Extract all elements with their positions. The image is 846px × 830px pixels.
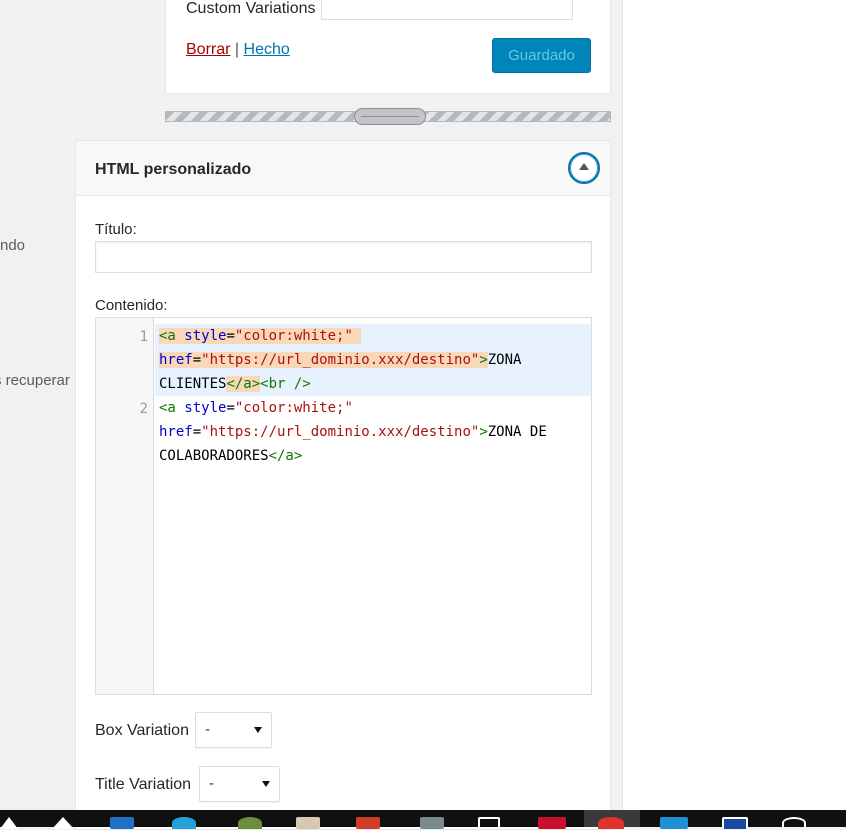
code-string: "color:white;" bbox=[234, 328, 362, 344]
widget-title: HTML personalizado bbox=[95, 161, 252, 178]
code-tag: > bbox=[479, 352, 488, 368]
code-tag: <br /> bbox=[260, 376, 311, 392]
app-icon[interactable] bbox=[722, 817, 748, 829]
code-line: href="https://url_dominio.xxx/destino">Z… bbox=[159, 420, 547, 444]
widget-drop-zone[interactable] bbox=[165, 108, 611, 125]
title-variation-value: - bbox=[209, 775, 214, 792]
code-equals: = bbox=[226, 400, 235, 416]
line-number: 2 bbox=[139, 401, 148, 417]
custom-html-widget: HTML personalizado Título: Contenido: 1 … bbox=[75, 140, 611, 830]
code-string: "https://url_dominio.xxx/destino" bbox=[201, 424, 480, 440]
windows-start-icon[interactable] bbox=[0, 817, 18, 829]
dropdown-arrow-icon bbox=[262, 781, 270, 787]
code-attr: style bbox=[175, 400, 227, 416]
line-number: 1 bbox=[139, 329, 148, 345]
code-line: href="https://url_dominio.xxx/destino">Z… bbox=[159, 348, 521, 372]
code-tag: </a> bbox=[268, 448, 303, 464]
arrow-up-icon bbox=[579, 163, 589, 170]
app-icon[interactable] bbox=[296, 817, 320, 829]
title-variation-label: Title Variation bbox=[95, 776, 192, 793]
code-tag: <a bbox=[159, 328, 176, 344]
widget-actions: Borrar | Hecho bbox=[186, 41, 290, 59]
taskbar bbox=[0, 810, 846, 829]
title-field-label: Título: bbox=[95, 221, 137, 238]
box-variation-select[interactable]: - bbox=[195, 712, 272, 748]
office-icon[interactable] bbox=[356, 817, 380, 829]
code-editor[interactable]: 1 2 <a style="color:white;" href="https:… bbox=[95, 317, 592, 695]
delete-link[interactable]: Borrar bbox=[186, 41, 230, 58]
done-link[interactable]: Hecho bbox=[244, 41, 290, 58]
app-icon[interactable] bbox=[478, 817, 500, 829]
code-attr: href bbox=[159, 352, 193, 368]
custom-variations-input[interactable] bbox=[321, 0, 573, 20]
browser-icon[interactable] bbox=[172, 817, 196, 829]
previous-widget: Custom Variations Borrar | Hecho Guardad… bbox=[165, 0, 611, 94]
app-icon[interactable] bbox=[420, 817, 444, 829]
file-explorer-icon[interactable] bbox=[110, 817, 134, 829]
code-string: "https://url_dominio.xxx/destino" bbox=[201, 352, 480, 368]
drag-handle[interactable] bbox=[354, 108, 426, 125]
app-icon[interactable] bbox=[538, 817, 566, 829]
custom-variations-label: Custom Variations bbox=[186, 0, 316, 17]
background-text-1: ndo bbox=[0, 237, 26, 254]
code-equals: = bbox=[192, 352, 202, 368]
app-icon[interactable] bbox=[782, 817, 806, 829]
box-variation-label: Box Variation bbox=[95, 722, 189, 739]
code-text: COLABORADORES bbox=[159, 448, 269, 464]
app-icon[interactable] bbox=[598, 817, 624, 829]
right-panel-background bbox=[622, 0, 846, 810]
title-input[interactable] bbox=[95, 241, 592, 273]
code-line: <a style="color:white;" bbox=[159, 396, 353, 420]
task-view-icon[interactable] bbox=[52, 817, 74, 829]
collapse-toggle-button[interactable] bbox=[568, 152, 600, 184]
code-line: <a style="color:white;" bbox=[159, 324, 362, 348]
code-equals: = bbox=[226, 328, 235, 344]
code-text: CLIENTES bbox=[159, 376, 227, 392]
link-separator: | bbox=[234, 41, 240, 58]
code-line: COLABORADORES</a> bbox=[159, 444, 302, 468]
app-icon[interactable] bbox=[660, 817, 688, 829]
title-variation-select[interactable]: - bbox=[199, 766, 280, 802]
code-attr: href bbox=[159, 424, 193, 440]
code-string: "color:white;" bbox=[234, 400, 353, 416]
code-tag: <a bbox=[159, 400, 176, 416]
chrome-icon[interactable] bbox=[238, 817, 262, 829]
widget-header[interactable]: HTML personalizado bbox=[76, 141, 610, 196]
line-number-gutter: 1 2 bbox=[96, 318, 154, 694]
code-line: CLIENTES</a><br /> bbox=[159, 372, 311, 396]
code-attr: style bbox=[175, 328, 227, 344]
code-tag: </a> bbox=[226, 376, 261, 392]
save-button[interactable]: Guardado bbox=[492, 38, 591, 73]
background-text-2: s recuperar bbox=[0, 372, 70, 389]
code-text: ZONA bbox=[487, 352, 522, 368]
content-field-label: Contenido: bbox=[95, 297, 168, 314]
code-text: ZONA DE bbox=[487, 424, 547, 440]
box-variation-value: - bbox=[205, 721, 210, 738]
code-equals: = bbox=[192, 424, 202, 440]
code-tag: > bbox=[479, 424, 488, 440]
dropdown-arrow-icon bbox=[254, 727, 262, 733]
